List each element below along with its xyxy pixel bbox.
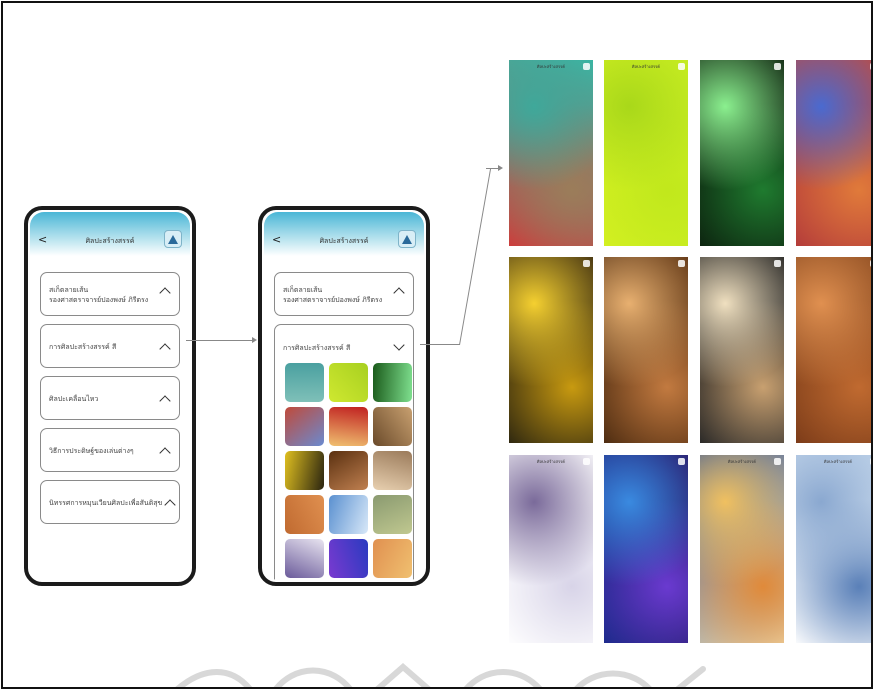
artwork-thumbnail[interactable] (373, 495, 412, 534)
artwork-image[interactable]: ศิลปะสร้างสรรค์ (604, 60, 688, 246)
menu-item-label: การศิลปะสร้างสรรค์ สี (49, 343, 117, 351)
artwork-thumbnail[interactable] (373, 407, 412, 446)
artwork-header-bar: ศิลปะสร้างสรรค์ (509, 60, 593, 74)
phone-left: < ศิลปะสร้างสรรค์ สเก็ตลายเส้น รองศาสตรา… (24, 206, 196, 586)
artwork-image[interactable]: ศิลปะสร้างสรรค์ (509, 455, 593, 643)
artwork-thumbnail[interactable] (329, 451, 368, 490)
artwork-thumbnail[interactable] (329, 539, 368, 578)
artwork-title: ศิลปะสร้างสรรค์ (728, 459, 756, 464)
artwork-thumbnail[interactable] (373, 363, 412, 402)
menu-item-label: วิธีการประดิษฐ์ของเล่นต่างๆ (49, 447, 134, 455)
phone-left-screen: < ศิลปะสร้างสรรค์ สเก็ตลายเส้น รองศาสตรา… (30, 212, 190, 580)
connector-line (420, 344, 460, 345)
menu-item-label: นิทรรศการหมุนเวียนศิลปะเพื่อสันติสุข (49, 499, 163, 507)
thumbnail-grid (285, 363, 413, 578)
artwork-thumbnail[interactable] (285, 363, 324, 402)
menu-item-sublabel: รองศาสตราจารย์ปองพงษ์ ภิรีตรง (283, 296, 383, 304)
artwork-thumbnail[interactable] (329, 407, 368, 446)
artwork-image[interactable] (700, 257, 784, 443)
artwork-image[interactable]: ศิลปะสร้างสรรค์ (700, 455, 784, 643)
chevron-up-icon (161, 397, 169, 405)
chevron-up-icon (161, 345, 169, 353)
artwork-thumbnail[interactable] (329, 363, 368, 402)
app-logo-icon (870, 458, 871, 465)
figure-frame: < ศิลปะสร้างสรรค์ สเก็ตลายเส้น รองศาสตรา… (1, 1, 873, 689)
chevron-down-icon[interactable] (395, 341, 403, 349)
artwork-header-bar: ศิลปะสร้างสรรค์ (796, 455, 871, 469)
phone-middle-screen: < ศิลปะสร้างสรรค์ สเก็ตลายเส้น รองศาสตรา… (264, 212, 424, 580)
arrow-icon (498, 165, 503, 171)
artwork-header-bar: ศิลปะสร้างสรรค์ (509, 455, 593, 469)
menu-item-exhibition[interactable]: นิทรรศการหมุนเวียนศิลปะเพื่อสันติสุข (40, 480, 180, 524)
artwork-image[interactable] (604, 455, 688, 643)
artwork-image[interactable]: ศิลปะสร้างสรรค์ (509, 60, 593, 246)
menu-item-sketch[interactable]: สเก็ตลายเส้น รองศาสตราจารย์ปองพงษ์ ภิรีต… (274, 272, 414, 316)
artwork-thumbnail[interactable] (285, 539, 324, 578)
artwork-thumbnail[interactable] (329, 495, 368, 534)
app-logo-icon (583, 458, 590, 465)
phone-middle-header: < ศิลปะสร้างสรรค์ (264, 212, 424, 256)
arrow-icon (252, 337, 257, 343)
artwork-title: ศิลปะสร้างสรรค์ (824, 459, 852, 464)
artwork-image[interactable] (796, 257, 871, 443)
app-logo-icon (583, 63, 590, 70)
menu-item-animation[interactable]: ศิลปะเคลื่อนไหว (40, 376, 180, 420)
menu-item-color-art-expanded[interactable]: การศิลปะสร้างสรรค์ สี (274, 324, 414, 580)
app-logo-icon (870, 260, 871, 267)
app-logo-icon (678, 458, 685, 465)
artwork-header-bar: ศิลปะสร้างสรรค์ (700, 455, 784, 469)
menu-item-sketch[interactable]: สเก็ตลายเส้น รองศาสตราจารย์ปองพงษ์ ภิรีต… (40, 272, 180, 316)
app-logo-icon (678, 260, 685, 267)
app-logo-icon (583, 260, 590, 267)
artwork-image[interactable] (604, 257, 688, 443)
connector-line (186, 340, 254, 341)
app-logo-icon (774, 260, 781, 267)
menu-item-color-art[interactable]: การศิลปะสร้างสรรค์ สี (40, 324, 180, 368)
artwork-image[interactable] (700, 60, 784, 246)
artwork-thumbnail[interactable] (285, 407, 324, 446)
menu-item-toys[interactable]: วิธีการประดิษฐ์ของเล่นต่างๆ (40, 428, 180, 472)
artwork-thumbnail[interactable] (373, 451, 412, 490)
artwork-title: ศิลปะสร้างสรรค์ (632, 64, 660, 69)
app-logo-icon (164, 230, 182, 248)
app-logo-icon (774, 63, 781, 70)
artwork-image[interactable] (509, 257, 593, 443)
artwork-header-bar: ศิลปะสร้างสรรค์ (604, 60, 688, 74)
artwork-image[interactable]: ศิลปะสร้างสรรค์ (796, 455, 871, 643)
app-logo-icon (678, 63, 685, 70)
phone-middle: < ศิลปะสร้างสรรค์ สเก็ตลายเส้น รองศาสตรา… (258, 206, 430, 586)
chevron-up-icon (161, 289, 169, 297)
menu-item-label: สเก็ตลายเส้น (283, 286, 323, 294)
menu-item-label: สเก็ตลายเส้น (49, 286, 89, 294)
chevron-up-icon (166, 501, 174, 509)
menu-item-label: การศิลปะสร้างสรรค์ สี (283, 344, 351, 352)
artwork-image[interactable] (796, 60, 871, 246)
watermark-graphic (175, 663, 706, 687)
artwork-thumbnail[interactable] (373, 539, 412, 578)
app-logo-icon (398, 230, 416, 248)
artwork-title: ศิลปะสร้างสรรค์ (537, 459, 565, 464)
artwork-title: ศิลปะสร้างสรรค์ (537, 64, 565, 69)
chevron-up-icon (161, 449, 169, 457)
app-logo-icon (774, 458, 781, 465)
phone-left-header: < ศิลปะสร้างสรรค์ (30, 212, 190, 256)
menu-item-sublabel: รองศาสตราจารย์ปองพงษ์ ภิรีตรง (49, 296, 149, 304)
artwork-thumbnail[interactable] (285, 495, 324, 534)
app-logo-icon (870, 63, 871, 70)
chevron-up-icon (395, 289, 403, 297)
artwork-thumbnail[interactable] (285, 451, 324, 490)
menu-item-label: ศิลปะเคลื่อนไหว (49, 395, 99, 403)
connector-line (459, 168, 492, 345)
